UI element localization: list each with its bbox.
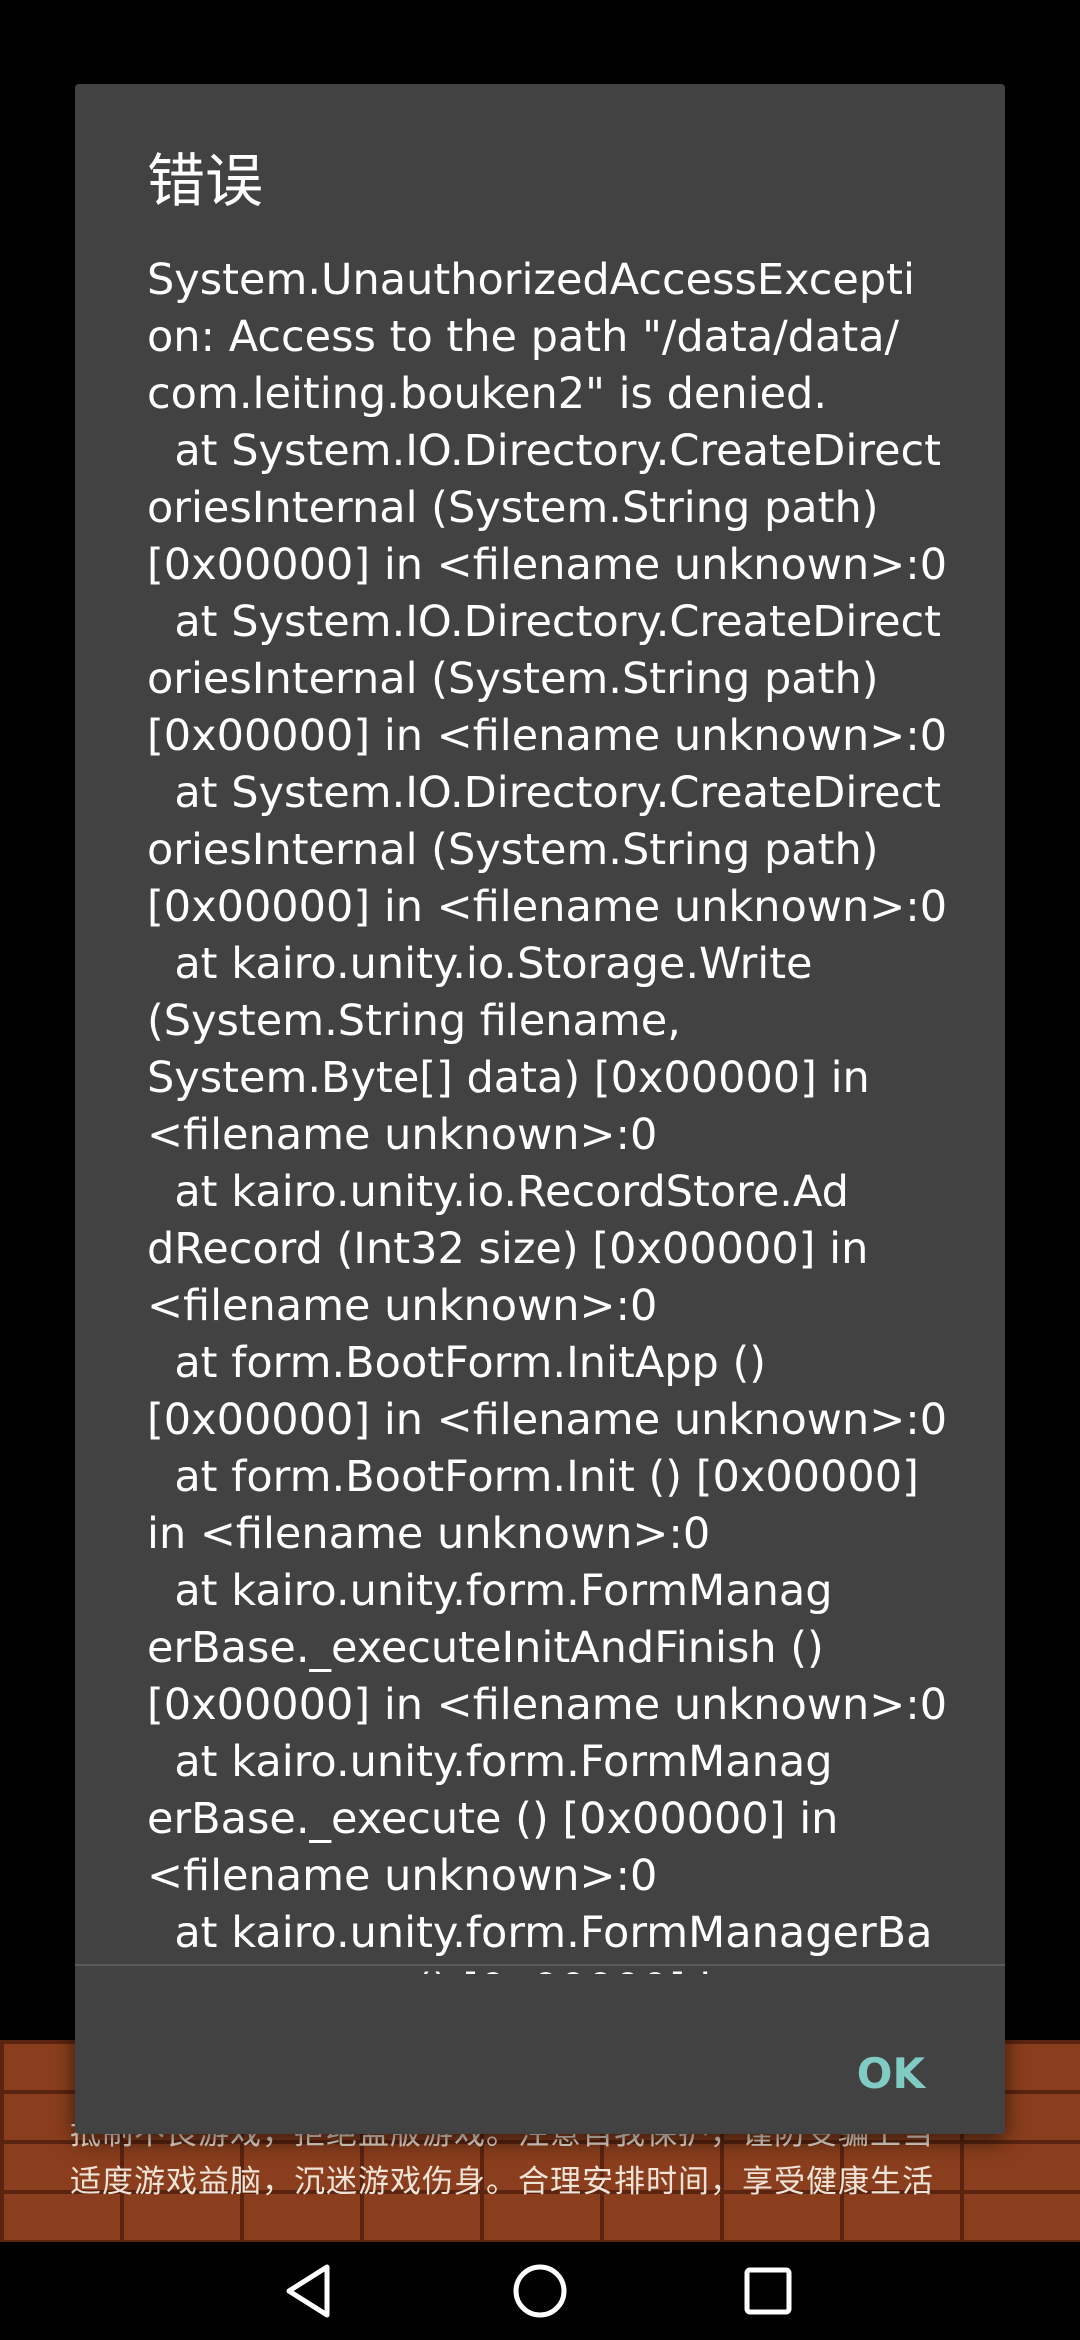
navigation-bar [0,2242,1080,2340]
error-dialog: 错误 System.UnauthorizedAccessExcepti on: … [75,84,1005,2134]
back-triangle-icon [286,2264,330,2318]
health-notice-line-2: 适度游戏益脑，沉迷游戏伤身。合理安排时间，享受健康生活 [70,2164,934,2200]
recents-button[interactable] [708,2242,828,2340]
dialog-divider [75,1964,1005,1966]
home-button[interactable] [480,2242,600,2340]
home-circle-icon [513,2264,567,2318]
dialog-title: 错误 [147,147,264,215]
back-button[interactable] [248,2242,368,2340]
recents-square-icon [744,2267,792,2315]
dialog-message[interactable]: System.UnauthorizedAccessExcepti on: Acc… [147,252,947,1974]
ok-button[interactable]: OK [849,2046,933,2102]
